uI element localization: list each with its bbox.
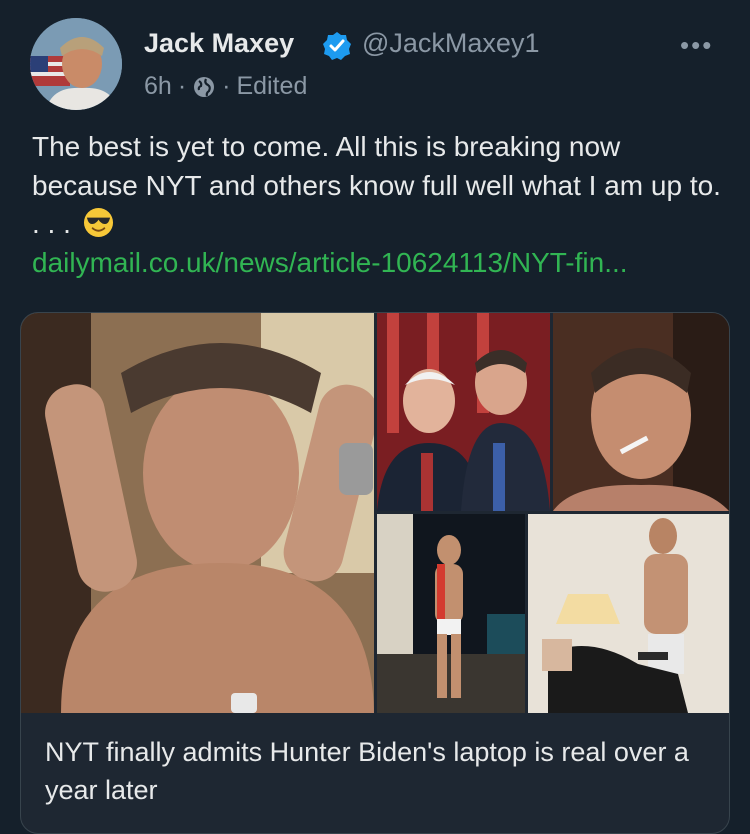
link-preview-card[interactable]: NYT finally admits Hunter Biden's laptop… (20, 312, 730, 834)
timestamp[interactable]: 6h (144, 72, 172, 101)
edited-label[interactable]: Edited (236, 72, 307, 101)
separator: · (177, 72, 187, 100)
card-title[interactable]: NYT finally admits Hunter Biden's laptop… (45, 733, 705, 809)
article-photo-room (528, 514, 729, 713)
avatar[interactable] (30, 18, 122, 110)
tweet-body: The best is yet to come. All this is bre… (32, 131, 721, 239)
avatar-image (30, 18, 122, 110)
sunglasses-emoji-icon (83, 207, 113, 238)
article-photo-night (377, 514, 525, 713)
author-name[interactable]: Jack Maxey (144, 28, 294, 59)
more-options-icon[interactable]: ••• (680, 30, 720, 60)
separator: · (222, 72, 231, 100)
article-link[interactable]: dailymail.co.uk/news/article-10624113/NY… (32, 244, 722, 283)
article-photo-selfie (377, 313, 550, 511)
verified-badge-icon (323, 32, 351, 60)
article-photo-smoking (553, 313, 729, 511)
tweet-meta: 6h · · Edited (144, 72, 307, 101)
author-handle[interactable]: @JackMaxey1 (362, 28, 539, 59)
globe-icon (194, 76, 215, 97)
article-photo-main (21, 313, 374, 713)
tweet-text: The best is yet to come. All this is bre… (32, 128, 722, 282)
